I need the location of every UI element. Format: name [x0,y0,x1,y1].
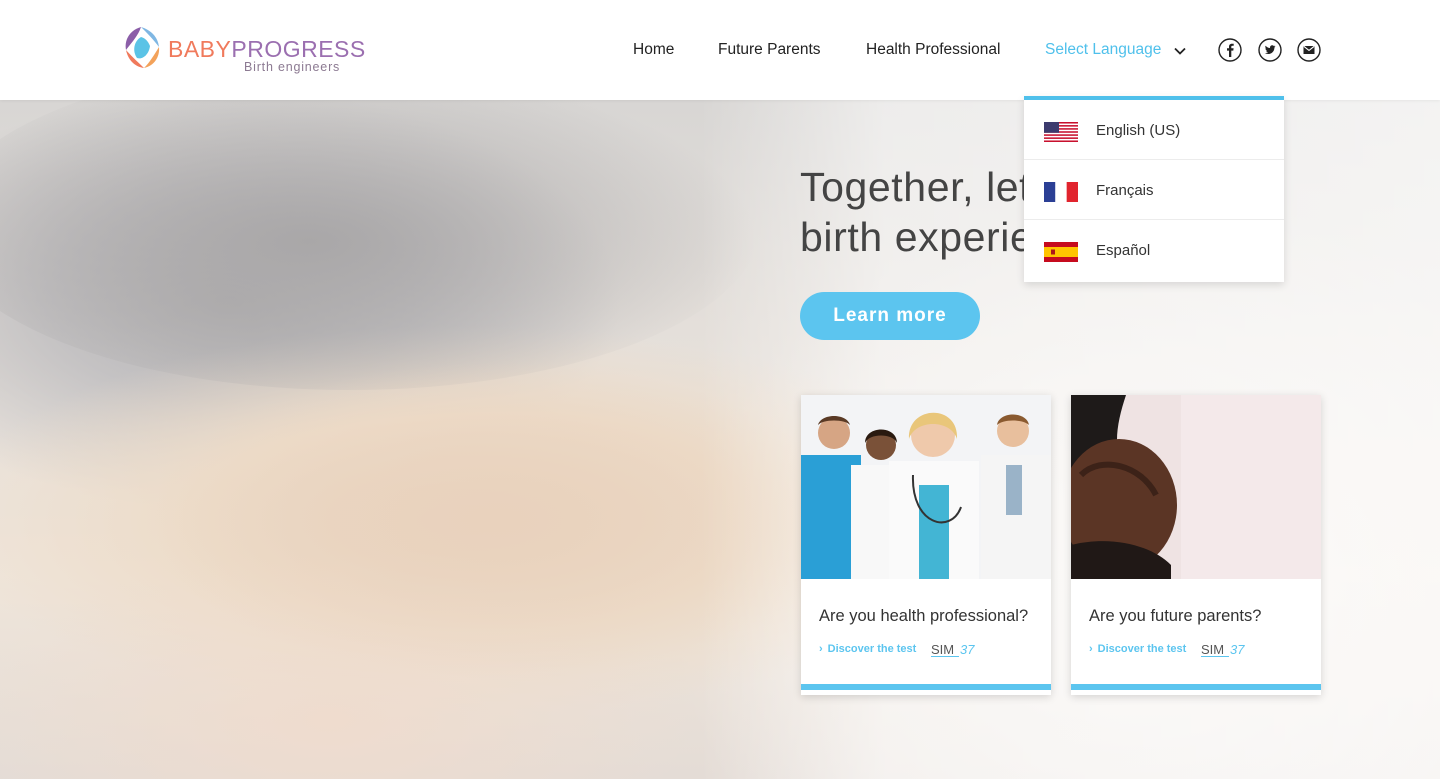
nav-future-parents[interactable]: Future Parents [718,41,821,59]
health-professional-card[interactable]: Are you health professional? › Discover t… [801,395,1051,695]
facebook-icon[interactable] [1218,38,1242,62]
sim37-logo: SIM 37 [931,642,975,657]
nav-home[interactable]: Home [633,41,674,59]
us-flag-icon [1044,122,1078,142]
language-option-english[interactable]: English (US) [1024,100,1284,160]
health-professionals-photo [801,395,1051,579]
pregnant-belly-photo [1071,395,1321,579]
hero-headline-line1: Together, let [800,164,1032,210]
language-option-label: English (US) [1096,122,1181,139]
svg-text:37: 37 [1230,642,1245,657]
hero-headline: Together, let birth experie [800,162,1033,262]
language-selector-label: Select Language [1045,41,1162,58]
discover-test-link[interactable]: › Discover the test [1089,643,1186,655]
chevron-right-icon: › [819,643,823,655]
chevron-right-icon: › [1089,643,1093,655]
hero-background-image [0,100,760,390]
language-selector[interactable]: Select Language [1045,41,1186,59]
sim37-logo: SIM 37 [1201,642,1245,657]
language-option-label: Español [1096,242,1151,259]
discover-test-label: Discover the test [827,643,917,655]
card-accent-bar [1071,684,1321,690]
main-nav: Home Future Parents Health Professional … [0,38,1440,64]
card-title: Are you health professional? [819,607,1029,625]
france-flag-icon [1044,182,1078,202]
language-option-spanish[interactable]: Español [1024,220,1284,280]
site-header: BABYPROGRESS Birth engineers Home Future… [0,0,1440,100]
learn-more-button[interactable]: Learn more [800,292,980,340]
svg-text:SIM: SIM [1201,642,1224,657]
spain-flag-icon [1044,242,1078,262]
sim37-text: SIM [931,642,954,657]
discover-test-link[interactable]: › Discover the test [819,643,916,655]
chevron-down-icon [1174,47,1186,55]
future-parents-card[interactable]: Are you future parents? › Discover the te… [1071,395,1321,695]
card-title: Are you future parents? [1089,607,1262,625]
nav-health-professional[interactable]: Health Professional [866,41,1000,59]
language-option-french[interactable]: Français [1024,160,1284,220]
language-option-label: Français [1096,182,1154,199]
card-accent-bar [801,684,1051,690]
language-dropdown: English (US) Français Español [1024,96,1284,282]
svg-text:37: 37 [960,642,975,657]
email-icon[interactable] [1297,38,1321,62]
discover-test-label: Discover the test [1097,643,1187,655]
twitter-icon[interactable] [1258,38,1282,62]
hero-headline-line2: birth experie [800,214,1034,260]
